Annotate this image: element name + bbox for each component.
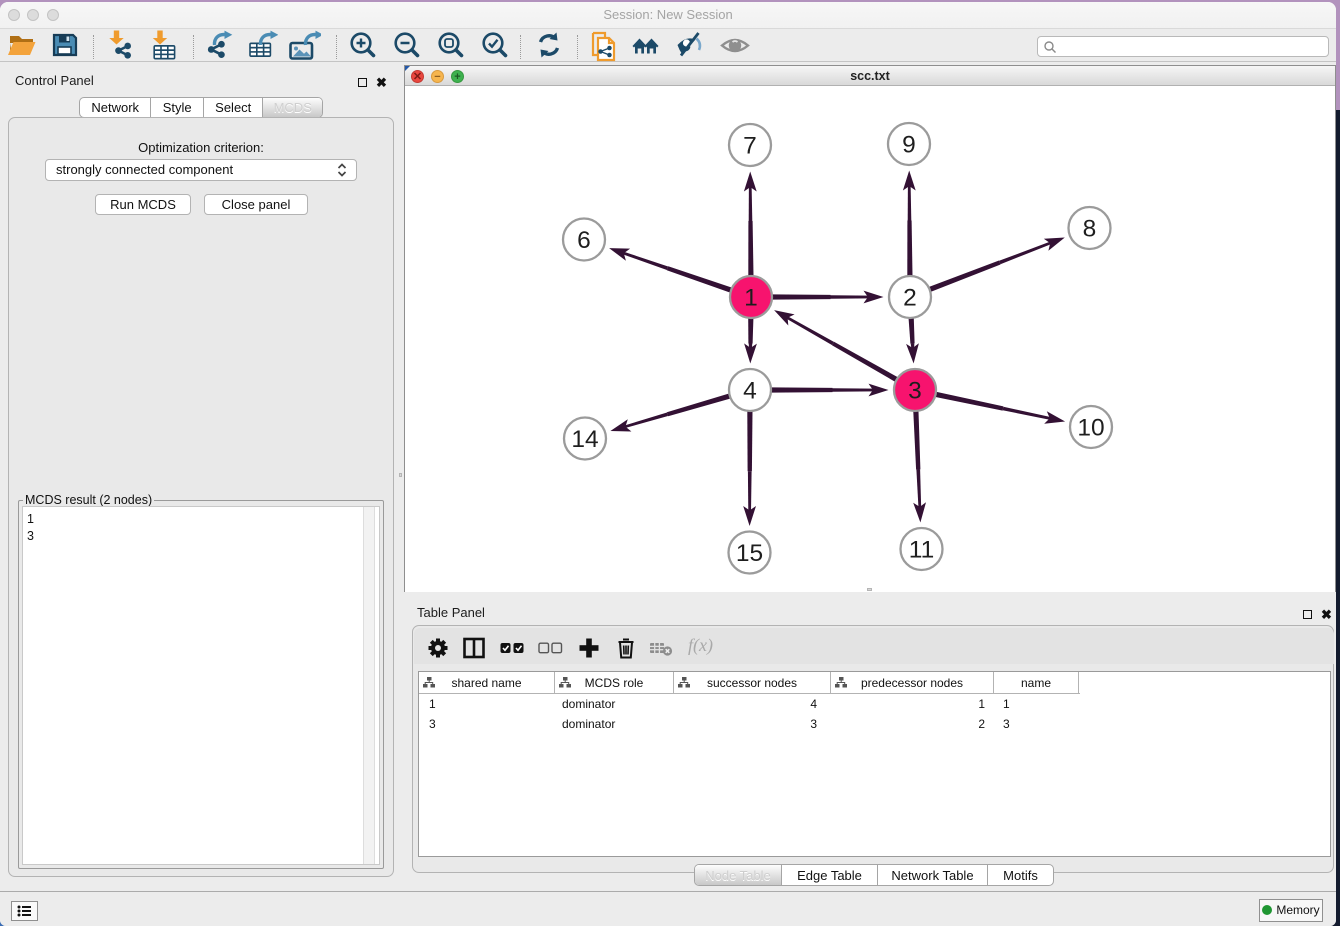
svg-text:15: 15: [736, 540, 763, 567]
svg-text:10: 10: [1077, 415, 1104, 442]
svg-text:2: 2: [903, 285, 917, 312]
svg-text:4: 4: [743, 378, 757, 405]
svg-text:3: 3: [908, 378, 922, 405]
svg-text:8: 8: [1083, 216, 1097, 243]
svg-text:7: 7: [743, 133, 757, 160]
svg-text:1: 1: [744, 285, 758, 312]
svg-text:11: 11: [909, 537, 934, 564]
svg-text:14: 14: [571, 426, 598, 453]
svg-text:6: 6: [577, 227, 591, 254]
svg-text:9: 9: [902, 132, 916, 159]
